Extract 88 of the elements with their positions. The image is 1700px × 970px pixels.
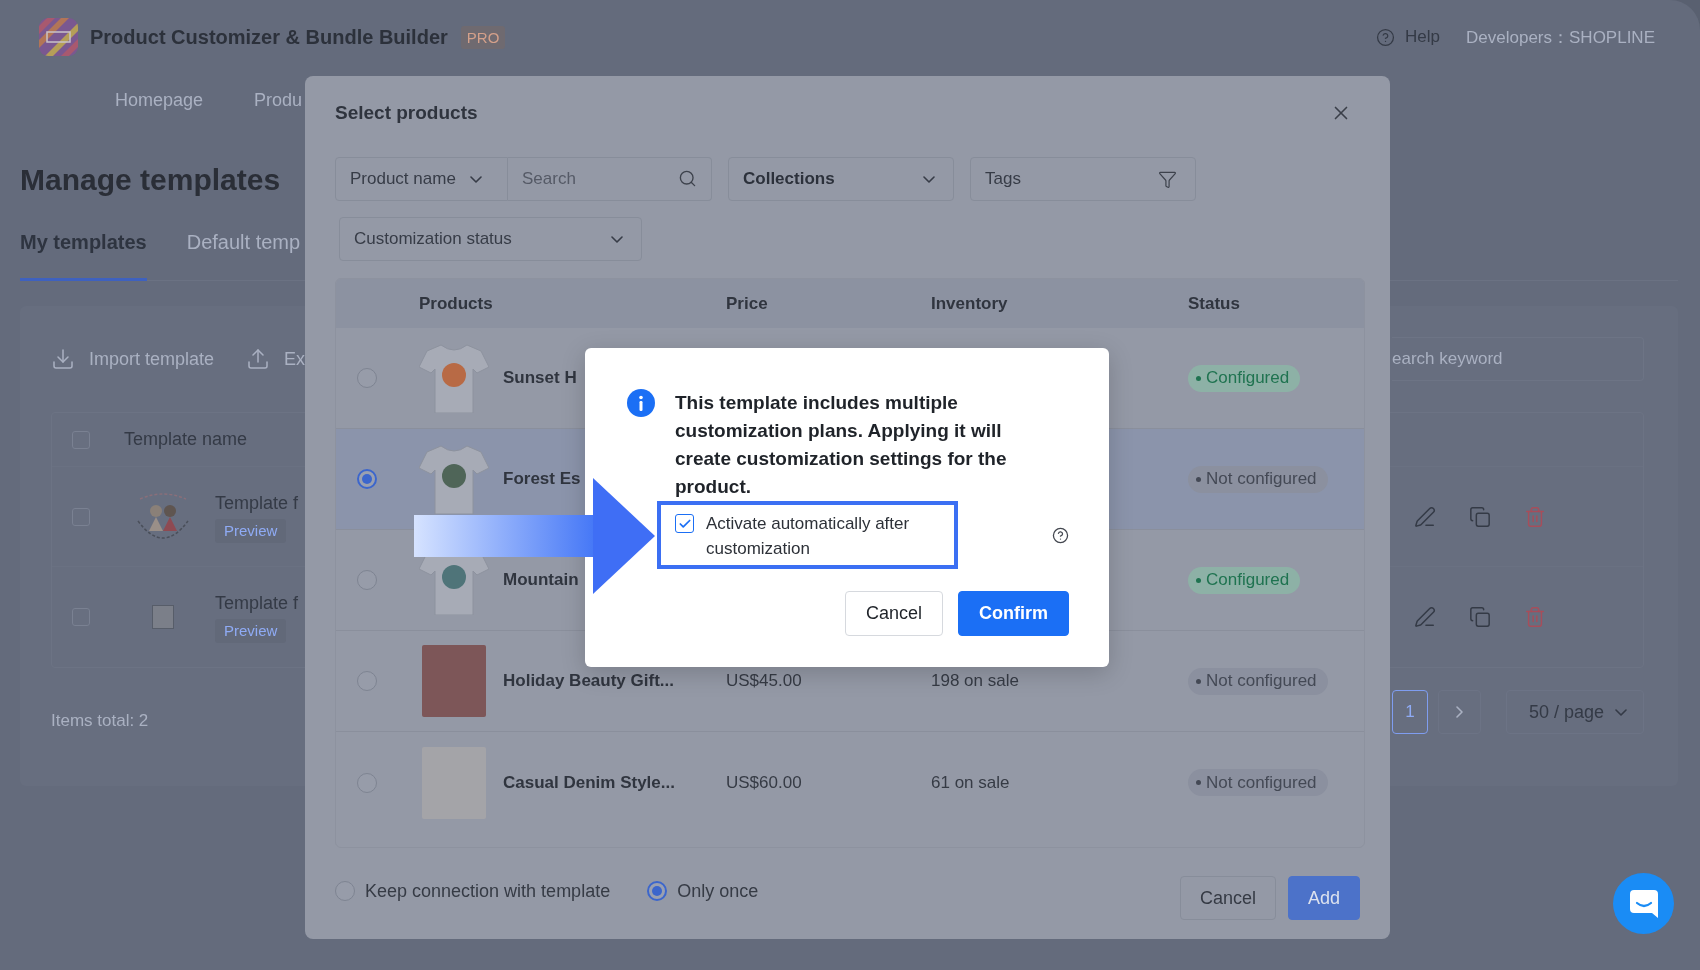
cancel-button[interactable]: Cancel <box>844 591 943 636</box>
nav-link[interactable]: Homepage <box>115 90 204 111</box>
add-button[interactable]: Add <box>1287 876 1360 920</box>
copy-icon[interactable] <box>1469 606 1491 628</box>
inventory-cell-text: 198 on sale <box>931 671 1020 691</box>
status-label: Not configured <box>1206 671 1317 691</box>
status-label: Configured <box>1206 368 1290 388</box>
tshirt-drawing <box>419 444 489 514</box>
search-field[interactable]: earch keyword <box>1392 337 1644 381</box>
chat-icon <box>1629 889 1658 918</box>
status-dot-icon <box>1196 780 1201 785</box>
cancel-button[interactable]: Cancel <box>1179 876 1276 920</box>
checkbox[interactable] <box>675 514 694 533</box>
help-icon[interactable] <box>1052 526 1069 544</box>
status-dot-icon <box>1196 678 1201 684</box>
tab[interactable]: Default temp <box>186 229 301 281</box>
checkbox-label: Activate automatically after customization <box>706 513 911 560</box>
items-total: Items total: 2 <box>51 710 149 732</box>
page-title: Manage templates <box>20 162 281 198</box>
copy-icon[interactable] <box>1469 505 1491 528</box>
column-header: Status <box>1188 293 1241 314</box>
page-button[interactable]: 1 <box>1392 690 1428 734</box>
app-logo-icon <box>39 18 78 56</box>
status-dot-icon <box>1196 577 1201 583</box>
status-label: Configured <box>1206 570 1290 590</box>
chevron-down-icon <box>1615 708 1627 716</box>
radio-button[interactable] <box>357 570 377 590</box>
trash-icon[interactable] <box>1524 505 1546 528</box>
status-label: Not configured <box>1206 469 1317 489</box>
template-name: Template f <box>215 491 299 515</box>
search-field[interactable]: Search <box>508 157 712 201</box>
product-name: Casual Denim Style... <box>503 772 676 793</box>
download-icon <box>51 347 75 371</box>
plan-badge: PRO <box>460 25 506 49</box>
developer-label: Developers：SHOPLINE <box>1466 26 1655 49</box>
chevron-down-icon <box>469 175 482 183</box>
price-cell-text: US$45.00 <box>726 671 803 691</box>
product-name: Holiday Beauty Gift... <box>503 671 675 691</box>
app-title: Product Customizer & Bundle Builder <box>90 25 448 49</box>
status-dot-icon <box>1196 476 1201 482</box>
status-dot-icon <box>1196 375 1201 381</box>
export-button[interactable]: Ex <box>246 347 306 371</box>
radio-label: Only once <box>677 880 759 902</box>
modal-title: Select products <box>335 102 478 124</box>
import-button[interactable]: Import template <box>51 347 215 371</box>
tab[interactable]: My templates <box>20 229 147 281</box>
dropdown[interactable]: Customization status <box>339 217 642 261</box>
photo-placeholder <box>422 645 486 717</box>
column-header: Template name <box>124 429 248 450</box>
confirm-button[interactable]: Confirm <box>958 591 1069 636</box>
product-name: Mountain <box>503 570 580 590</box>
dropdown[interactable]: Collections <box>728 157 954 201</box>
next-page-button[interactable] <box>1438 690 1481 734</box>
photo-placeholder <box>152 605 174 629</box>
template-name: Template f <box>215 592 299 615</box>
chevron-down-icon <box>611 235 623 243</box>
info-icon <box>627 389 655 417</box>
upload-icon <box>246 347 271 371</box>
radio-button[interactable] <box>357 469 377 489</box>
chevron-right-icon <box>1456 706 1463 718</box>
preview-link[interactable]: Preview <box>215 619 287 643</box>
chevron-down-icon <box>923 175 935 183</box>
column-header: Price <box>726 293 769 314</box>
search-icon <box>678 169 697 188</box>
funnel-icon <box>1158 169 1177 189</box>
product-name: Sunset H <box>503 368 578 388</box>
help-icon <box>1376 27 1396 47</box>
pencil-icon[interactable] <box>1414 505 1436 528</box>
inventory-cell-text: 61 on sale <box>931 772 1011 793</box>
column-header: Inventory <box>931 293 1009 314</box>
status-label: Not configured <box>1206 772 1317 793</box>
tshirt-drawing <box>419 343 489 413</box>
dialog-message: This template includes multiple customization plans. Applying it will create customization settings for the product. <box>675 391 1008 499</box>
radio-button[interactable] <box>647 881 668 901</box>
preview-link[interactable]: Preview <box>215 518 287 543</box>
price-cell-text: US$60.00 <box>726 772 803 793</box>
trash-icon[interactable] <box>1524 606 1546 628</box>
filter-field[interactable]: Tags <box>970 157 1196 201</box>
pencil-icon[interactable] <box>1414 606 1436 628</box>
column-header: Products <box>419 293 494 314</box>
radio-label: Keep connection with template <box>365 880 611 902</box>
radio-button[interactable] <box>357 671 377 691</box>
nav-link[interactable]: Produ <box>254 90 303 111</box>
radio-button[interactable] <box>357 368 377 388</box>
radio-button[interactable] <box>357 772 377 793</box>
radio-button[interactable] <box>335 881 355 901</box>
field-select[interactable]: Product name <box>335 157 508 201</box>
page-size-select[interactable]: 50 / page <box>1506 690 1644 734</box>
